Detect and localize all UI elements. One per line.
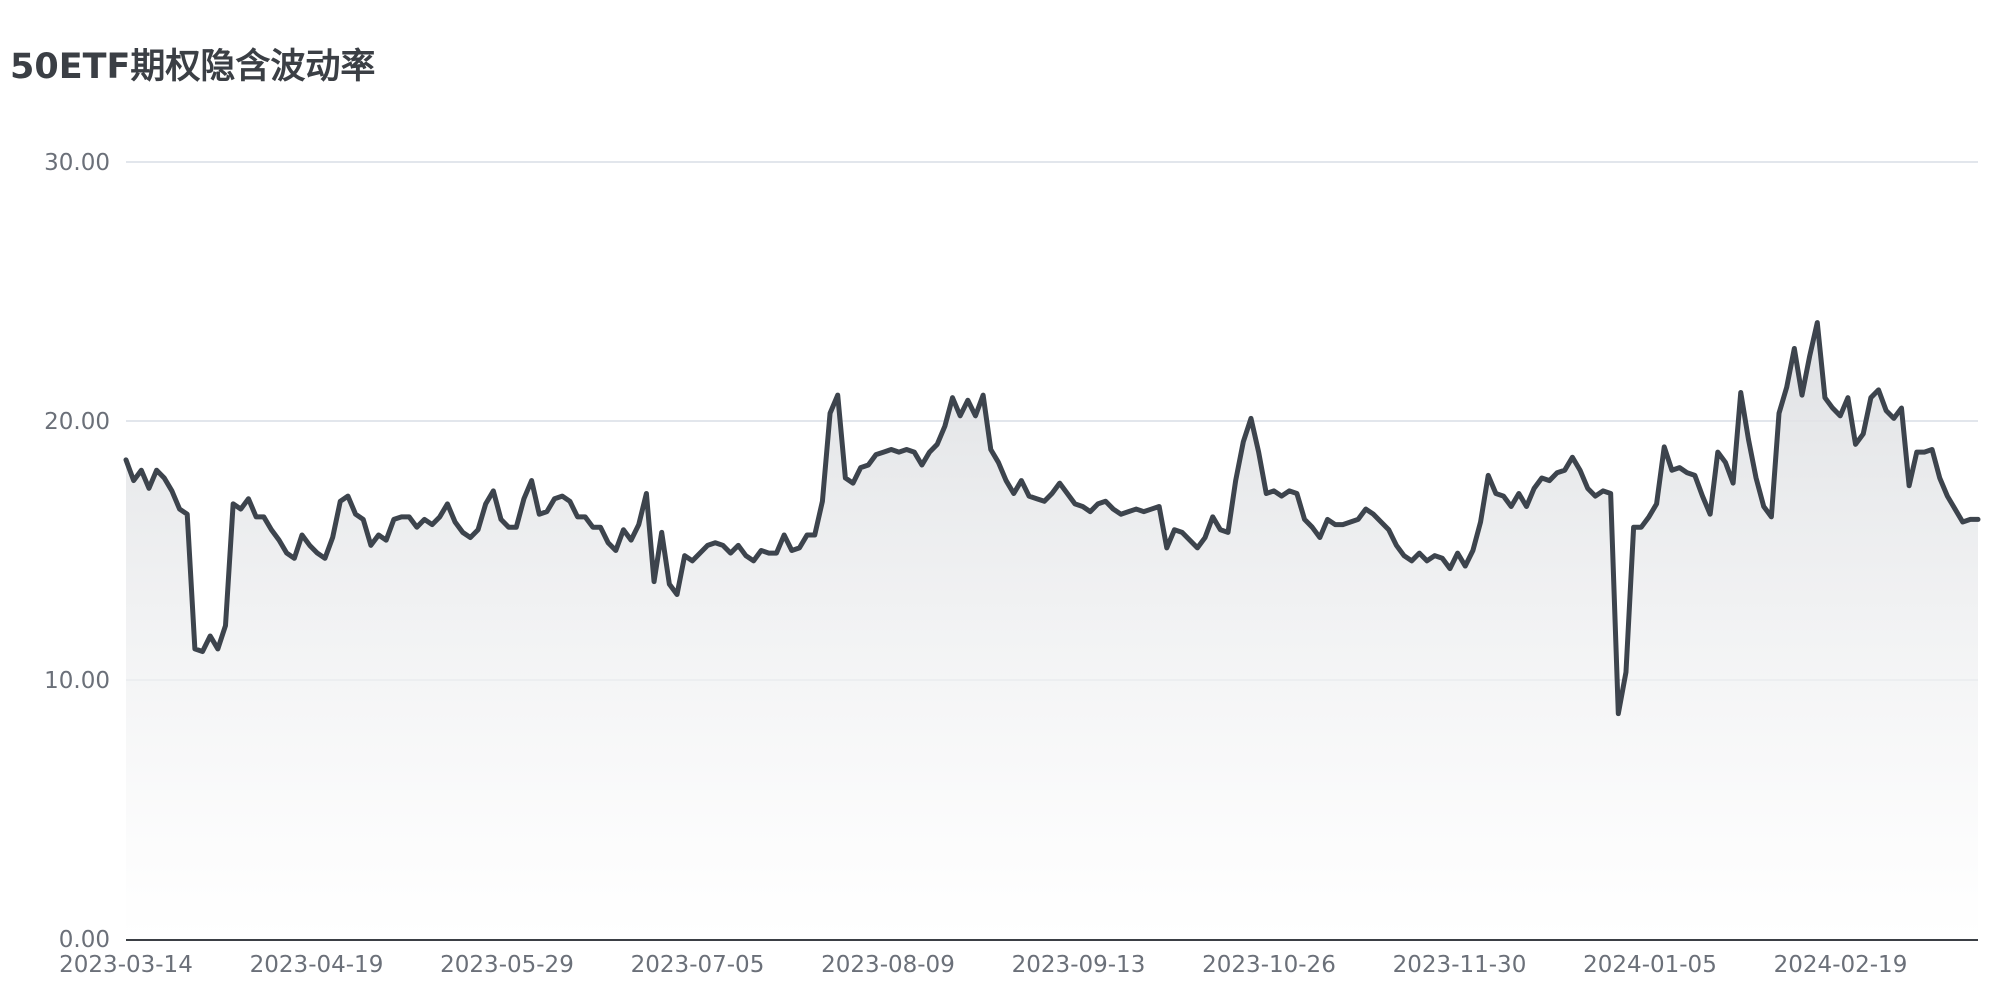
x-tick-label: 2023-04-19 xyxy=(250,952,384,978)
x-tick-label: 2023-10-26 xyxy=(1202,952,1336,978)
x-tick-label: 2024-02-19 xyxy=(1774,952,1908,978)
y-tick-label: 20.00 xyxy=(44,409,110,435)
x-tick-label: 2023-03-14 xyxy=(59,952,193,978)
y-tick-label: 0.00 xyxy=(59,927,110,953)
y-tick-label: 30.00 xyxy=(44,150,110,176)
volatility-area xyxy=(126,322,1978,940)
x-tick-label: 2023-07-05 xyxy=(631,952,765,978)
x-tick-label: 2024-01-05 xyxy=(1583,952,1717,978)
implied-volatility-chart: 0.00 10.00 20.00 30.00 2023-03-14 2023-04-19 2… xyxy=(44,150,1981,978)
x-tick-label: 2023-05-29 xyxy=(440,952,574,978)
x-tick-label: 2023-09-13 xyxy=(1012,952,1146,978)
y-tick-label: 10.00 xyxy=(44,668,110,694)
area-layer xyxy=(126,322,1978,940)
x-tick-label: 2023-11-30 xyxy=(1393,952,1527,978)
x-tick-label: 2023-08-09 xyxy=(821,952,955,978)
